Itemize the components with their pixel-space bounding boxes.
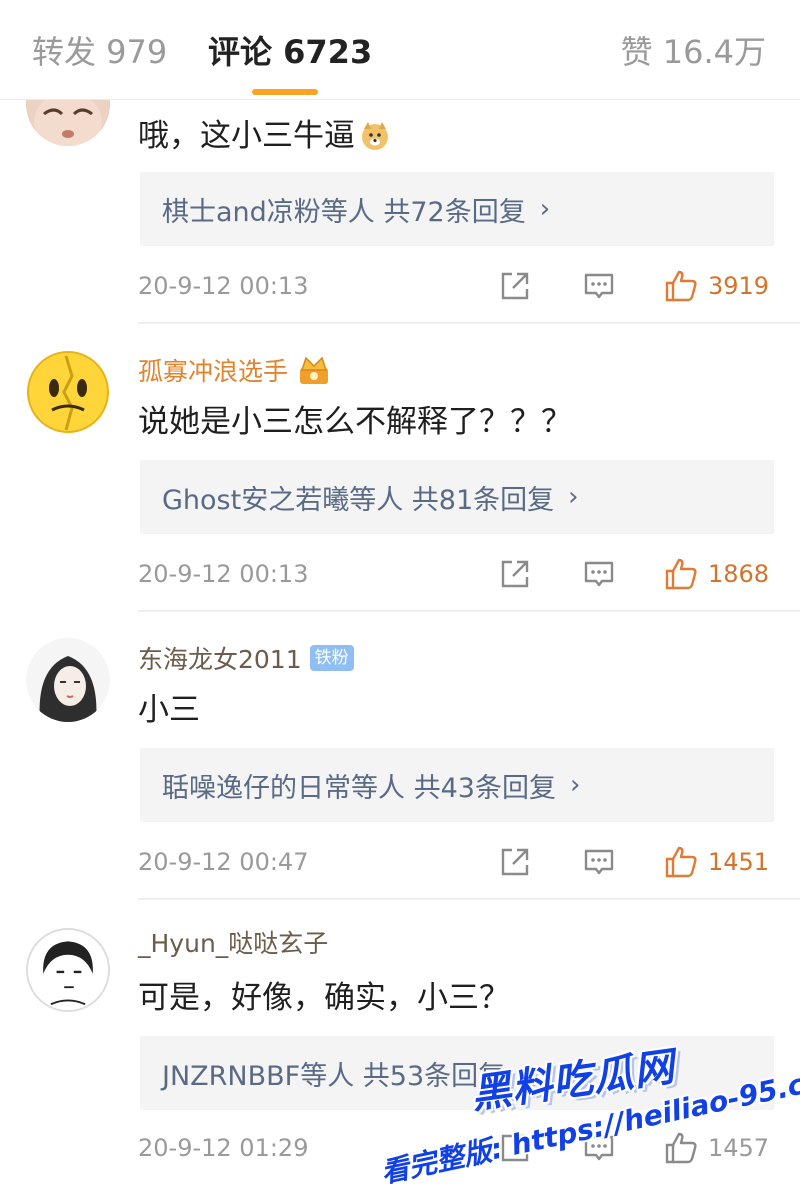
tab-repost[interactable]: 转发 979	[32, 32, 167, 72]
avatar[interactable]	[26, 350, 110, 434]
avatar[interactable]	[26, 928, 110, 1012]
comment-meta: 20-9-12 00:47 1451	[138, 844, 778, 880]
share-icon[interactable]	[498, 557, 532, 591]
thumbs-up-icon	[664, 557, 698, 591]
reply-summary-text: JNZRNBBF等人 共53条回复	[162, 1060, 506, 1092]
thumbs-up-icon	[664, 845, 698, 879]
fan-badge: 铁粉	[309, 645, 354, 671]
username[interactable]: _Hyun_哒哒玄子	[138, 924, 328, 960]
like-button[interactable]: 1457	[664, 1131, 769, 1165]
username-row: _Hyun_哒哒玄子	[138, 924, 328, 960]
chevron-right-icon: ›	[569, 770, 581, 800]
reply-summary[interactable]: 棋士and凉粉等人 共72条回复 ›	[140, 172, 774, 246]
comment-item: 孤寡冲浪选手 说她是小三怎么不解释了？？？ Ghost安之若曦等人 共81条回复…	[0, 324, 800, 610]
reply-icon[interactable]	[582, 845, 616, 879]
reply-summary-text: 棋士and凉粉等人 共72条回复	[162, 196, 526, 228]
like-button[interactable]: 1868	[664, 557, 769, 591]
like-count: 1451	[708, 848, 770, 876]
comment-text: 哦，这小三牛逼	[138, 116, 391, 156]
chevron-right-icon: ›	[539, 194, 551, 224]
comment-text-content: 说她是小三怎么不解释了？？？	[138, 404, 572, 440]
reply-summary[interactable]: Ghost安之若曦等人 共81条回复 ›	[140, 460, 774, 534]
username[interactable]: 孤寡冲浪选手	[138, 352, 288, 388]
share-icon[interactable]	[498, 845, 532, 879]
comment-meta: 20-9-12 00:13 1868	[138, 556, 778, 592]
username-row: 孤寡冲浪选手	[138, 352, 332, 388]
username-row: 东海龙女2011 铁粉	[138, 640, 354, 676]
comment-text: 小三	[138, 690, 200, 730]
reply-icon[interactable]	[582, 269, 616, 303]
tab-like[interactable]: 赞 16.4万	[621, 32, 766, 72]
avatar[interactable]	[26, 638, 110, 722]
reply-summary-text: 聒噪逸仔的日常等人 共43条回复	[162, 772, 556, 804]
comment-text-content: 可是，好像，确实，小三？	[138, 980, 510, 1016]
like-count: 3919	[708, 272, 770, 300]
comment-meta: 20-9-12 00:13 3919	[138, 268, 778, 304]
share-icon[interactable]	[498, 269, 532, 303]
tab-comment[interactable]: 评论 6723	[208, 32, 372, 72]
reply-icon[interactable]	[582, 557, 616, 591]
comment-text-content: 小三	[138, 692, 200, 728]
reply-summary-text: Ghost安之若曦等人 共81条回复	[162, 484, 555, 516]
thumbs-up-icon	[664, 269, 698, 303]
like-count: 1457	[708, 1134, 770, 1162]
comment-time: 20-9-12 00:13	[138, 272, 309, 300]
crown-badge-icon	[300, 356, 329, 384]
comment-text-content: 哦，这小三牛逼	[138, 118, 355, 154]
comment-time: 20-9-12 00:47	[138, 848, 309, 876]
comment-time: 20-9-12 00:13	[138, 560, 309, 588]
chevron-right-icon: ›	[568, 482, 579, 512]
reply-summary[interactable]: 聒噪逸仔的日常等人 共43条回复 ›	[140, 748, 774, 822]
username[interactable]: 东海龙女2011	[138, 640, 302, 676]
doge-emoji-icon	[362, 122, 388, 150]
comment-tab-bar: 转发 979 评论 6723 赞 16.4万	[0, 0, 800, 100]
like-button[interactable]: 3919	[664, 269, 769, 303]
comment-text: 说她是小三怎么不解释了？？？	[138, 402, 572, 442]
thumbs-up-icon	[664, 1131, 698, 1165]
active-tab-indicator	[252, 89, 318, 95]
comment-text: 可是，好像，确实，小三？	[138, 978, 510, 1018]
like-count: 1868	[708, 560, 770, 588]
comment-item: 东海龙女2011 铁粉 小三 聒噪逸仔的日常等人 共43条回复 › 20-9-1…	[0, 612, 800, 898]
like-button[interactable]: 1451	[664, 845, 769, 879]
